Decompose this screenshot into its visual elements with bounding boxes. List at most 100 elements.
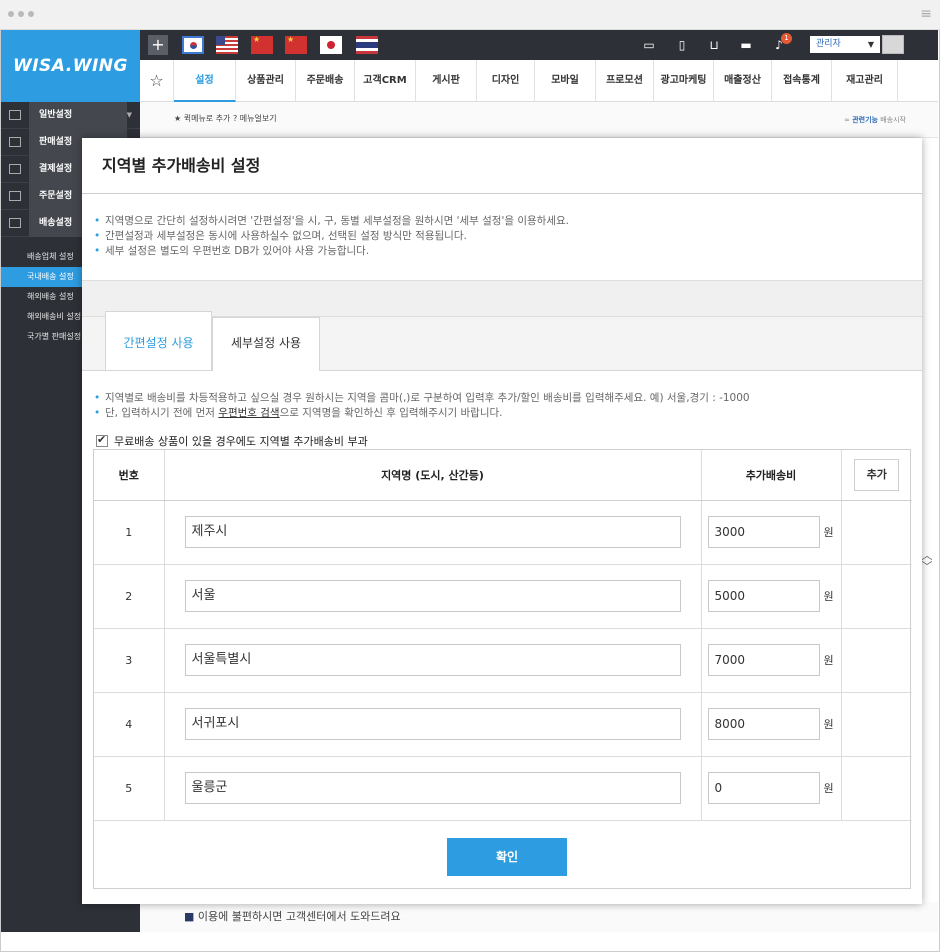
fee-input[interactable]: 0 (707, 772, 820, 804)
nav-tab-promotion[interactable]: 프로모션 (596, 60, 654, 102)
fee-cell: 0원 (701, 756, 842, 821)
table-row: 3 서울특별시 7000 원 (94, 628, 912, 693)
free-shipping-checkbox-row: 무료배송 상품이 있을 경우에도 지역별 추가배송비 부과 (96, 433, 368, 449)
region-input[interactable]: 울릉군 (184, 772, 681, 804)
nav-tab-inventory[interactable]: 재고관리 (832, 60, 898, 102)
chat-icon[interactable]: ▬ (738, 37, 754, 53)
currency-unit: 원 (823, 526, 834, 539)
tab-detail-setting[interactable]: 세부설정 사용 (212, 317, 320, 371)
manual-link[interactable]: 메뉴얼보기 (240, 114, 277, 123)
flag-china-2-icon[interactable] (285, 35, 307, 54)
action-cell (841, 628, 912, 693)
user-role-label: 관리자 (816, 39, 841, 49)
desc-text: 단, 입력하시기 전에 먼저 (105, 407, 219, 419)
fee-input[interactable]: 7000 (707, 644, 820, 676)
row-number: 4 (94, 692, 165, 757)
add-shortcut-button[interactable]: + (148, 35, 168, 55)
tab-simple-setting[interactable]: 간편설정 사용 (105, 311, 212, 370)
browser-bar: ≡ (0, 0, 940, 30)
currency-unit: 원 (823, 782, 834, 795)
scroll-arrows[interactable]: ︿ ﹀ (920, 550, 934, 572)
table-header-row: 번호 지역명 (도시, 산간등) 추가배송비 추가 (94, 450, 912, 501)
region-input[interactable]: 제주시 (184, 516, 681, 548)
fee-input[interactable]: 5000 (707, 580, 820, 612)
fee-cell: 5000 원 (701, 564, 842, 629)
star-icon[interactable]: ☆ (140, 60, 174, 102)
nav-tab-crm[interactable]: 고객CRM (355, 60, 416, 102)
avatar[interactable] (882, 35, 904, 54)
desc-text: 으로 지역명을 확인하신 후 입력해주시기 바랍니다. (279, 407, 503, 419)
layout-icon (9, 110, 21, 120)
quick-menu: ★ 퀵메뉴로 추가 ? 메뉴얼보기 (174, 113, 277, 124)
related-link[interactable]: 배송시작 (880, 116, 906, 124)
column-header-fee: 추가배송비 (701, 450, 842, 501)
confirm-button[interactable]: 확인 (447, 837, 567, 876)
nav-tab-board[interactable]: 게시판 (416, 60, 477, 102)
free-shipping-checkbox[interactable] (96, 433, 108, 447)
fee-cell: 7000 원 (701, 628, 842, 693)
nav-tab-products[interactable]: 상품관리 (236, 60, 296, 102)
region-input[interactable]: 서울 (184, 580, 681, 612)
table-row: 2 서울 5000 원 (94, 564, 912, 629)
currency-unit: 원 (823, 718, 834, 731)
region-input[interactable]: 서귀포시 (184, 708, 681, 740)
flag-korea-icon[interactable] (182, 36, 204, 54)
table-row: 4 서귀포시 8000 원 (94, 692, 912, 757)
fee-cell: 8000 원 (701, 692, 842, 757)
region-input[interactable]: 서울특별시 (184, 644, 681, 676)
flag-thailand-icon[interactable] (356, 36, 378, 54)
nav-tab-stats[interactable]: 접속통계 (772, 60, 832, 102)
chevron-down-icon: ▼ (126, 111, 132, 119)
region-cell: 울릉군 (164, 756, 702, 821)
sidebar-item-label: 일반설정 (29, 102, 127, 129)
flag-japan-icon[interactable] (320, 36, 342, 54)
desc-line: 세부 설정은 별도의 우편번호 DB가 있어야 사용 가능합니다. (92, 244, 912, 259)
mobile-icon[interactable]: ▯ (674, 37, 690, 53)
fee-input[interactable]: 8000 (707, 708, 820, 740)
related-label: 관련기능 (852, 116, 878, 124)
quick-menu-bar: ★ 퀵메뉴로 추가 ? 메뉴얼보기 ∞ 관련기능 배송시작 (140, 102, 938, 138)
wallet-icon (9, 164, 21, 174)
desc-line: 지역명으로 간단히 설정하시려면 '간편설정'을 시, 구, 동별 세부설정을 … (92, 214, 912, 229)
nav-tab-marketing[interactable]: 광고마케팅 (654, 60, 714, 102)
shipping-fee-modal: 지역별 추가배송비 설정 지역명으로 간단히 설정하시려면 '간편설정'을 시,… (82, 138, 922, 904)
help-icon: ? (232, 114, 240, 123)
row-number: 3 (94, 628, 165, 693)
add-row-button[interactable]: 추가 (854, 458, 900, 491)
flag-usa-icon[interactable] (216, 36, 238, 54)
logo[interactable]: WISA.WING (1, 30, 140, 102)
action-cell (841, 692, 912, 757)
menu-icon[interactable]: ≡ (920, 6, 932, 22)
modal-description: 지역명으로 간단히 설정하시려면 '간편설정'을 시, 구, 동별 세부설정을 … (82, 194, 922, 280)
basket-icon[interactable]: ⊔ (706, 37, 722, 53)
main-nav: ☆ 설정 상품관리 주문배송 고객CRM 게시판 디자인 모바일 프로모션 광고… (140, 60, 938, 102)
table-row: 1 제주시 3000 원 (94, 500, 912, 565)
fee-input[interactable]: 3000 (707, 516, 820, 548)
region-cell: 제주시 (164, 500, 702, 565)
desc-line: 단, 입력하시기 전에 먼저 우편번호 검색으로 지역명을 확인하신 후 입력해… (92, 406, 912, 421)
postcode-search-link[interactable]: 우편번호 검색 (218, 407, 279, 419)
table-row: 5 울릉군 0원 (94, 756, 912, 821)
sidebar-item-general[interactable]: 일반설정 ▼ (1, 102, 140, 129)
action-cell (841, 500, 912, 565)
nav-tab-orders[interactable]: 주문배송 (296, 60, 355, 102)
nav-tab-mobile[interactable]: 모바일 (535, 60, 596, 102)
row-number: 2 (94, 564, 165, 629)
nav-tab-settings[interactable]: 설정 (174, 60, 236, 102)
flag-china-icon[interactable] (251, 35, 273, 54)
chevron-down-icon: ▼ (867, 40, 874, 49)
modal-title: 지역별 추가배송비 설정 (82, 138, 922, 194)
quick-menu-add-link[interactable]: 퀵메뉴로 추가 (184, 114, 231, 123)
chevron-down-icon[interactable]: ﹀ (920, 561, 934, 572)
nav-tab-design[interactable]: 디자인 (477, 60, 535, 102)
region-cell: 서울 (164, 564, 702, 629)
star-icon: ★ (174, 114, 182, 123)
help-text[interactable]: 이용에 불편하시면 고객센터에서 도와드려요 (184, 908, 401, 924)
notification-badge: 1 (781, 33, 792, 44)
nav-tab-sales[interactable]: 매출정산 (714, 60, 772, 102)
row-number: 1 (94, 500, 165, 565)
monitor-icon[interactable]: ▭ (641, 37, 657, 53)
user-role-select[interactable]: 관리자 ▼ (810, 36, 880, 53)
logo-text: WISA.WING (12, 56, 128, 76)
related-functions[interactable]: ∞ 관련기능 배송시작 (844, 115, 906, 125)
